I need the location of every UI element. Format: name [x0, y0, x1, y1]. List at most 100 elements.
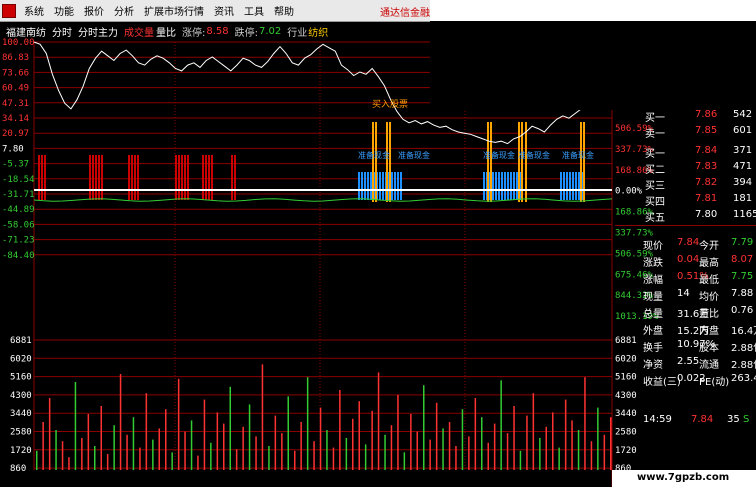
volume-bar	[132, 417, 135, 470]
red-signal-bar	[181, 155, 183, 200]
blue-signal-bar	[394, 172, 396, 200]
volume-bar	[468, 436, 470, 470]
left-axis-tick: -5.37	[2, 160, 29, 170]
red-signal-bar	[98, 155, 100, 200]
tab-volume-ratio[interactable]: 量比	[156, 24, 176, 39]
stat-label: 外盘	[643, 326, 663, 337]
stat-value: 0.04	[677, 254, 700, 265]
order-book-price: 7.86	[695, 109, 718, 120]
volume-bar	[255, 436, 257, 470]
tab-intraday[interactable]: 分时	[52, 24, 72, 39]
volume-bar	[158, 428, 160, 470]
ready-annotation: 准备现金	[483, 150, 515, 160]
blue-signal-bar	[560, 172, 562, 200]
order-book-row: 卖一 7.85 601	[615, 124, 756, 140]
order-book-row: 买一 7.86 542	[615, 108, 756, 124]
stat-value: 263.4	[731, 373, 756, 384]
volume-bar	[403, 452, 406, 470]
stat-label: 内盘	[699, 326, 719, 337]
volume-bar	[397, 394, 399, 470]
stat-row: 涨跌 0.04 最高 8.07	[615, 253, 756, 269]
volume-bar	[106, 454, 109, 470]
tab-main-force[interactable]: 分时主力	[78, 24, 118, 39]
volume-bar	[48, 398, 51, 470]
volume-bar	[242, 426, 244, 470]
volume-axis-tick: 860	[10, 464, 26, 474]
blue-signal-bar	[370, 172, 372, 200]
blue-signal-bar	[495, 172, 497, 200]
volume-bar	[261, 364, 264, 470]
volume-bar	[294, 450, 296, 470]
red-signal-bar	[231, 155, 233, 200]
volume-bar	[300, 422, 302, 470]
left-axis-tick: -44.89	[2, 205, 35, 215]
order-book-label: 买一	[645, 149, 665, 160]
stat-label: 涨跌	[643, 258, 663, 269]
stat-value: 14	[677, 288, 690, 299]
left-axis-tick: -84.40	[2, 251, 35, 261]
blue-signal-bar	[578, 172, 580, 200]
left-axis-ticks: 100.00 86.83 73.66 60.49 47.31 34.14 20.97 7.80…	[2, 38, 35, 261]
blue-signal-bar	[575, 172, 577, 200]
stat-row: 收益(三)0.022PE(动)263.4	[615, 372, 756, 388]
order-book-row: 买二 7.83 471	[615, 160, 756, 176]
volume-bar	[481, 417, 483, 470]
order-book-price: 7.80	[695, 209, 718, 220]
stat-row: 总量 31.6万 量比 0.76	[615, 304, 756, 320]
stock-name: 福建南纺	[6, 27, 46, 39]
volume-bar	[287, 396, 289, 470]
blue-signal-bar	[569, 172, 571, 200]
tick-row: 14:59 7.84 35 S	[615, 413, 756, 429]
stat-label: 总量	[643, 309, 663, 320]
volume-bar	[532, 393, 535, 470]
volume-bar	[371, 410, 373, 470]
order-book-row: 买一 7.84 371	[615, 144, 756, 160]
left-axis-tick: 60.49	[2, 84, 29, 94]
blue-signal-bars	[358, 172, 583, 200]
limit-up-label: 涨停:	[182, 27, 206, 39]
quote-panel: 买一 7.86 542 卖一 7.85 601 买一 7.84 371 买二 7.83 471 买三 7.…	[615, 108, 756, 487]
order-book-label: 买五	[645, 213, 665, 224]
volume-bar	[410, 414, 412, 470]
volume-bar	[545, 426, 547, 470]
stat-label: 股本	[699, 343, 719, 354]
watermark: www.7gpzb.com	[612, 470, 756, 487]
red-signal-bar	[205, 155, 207, 200]
blue-signal-bar	[492, 172, 494, 200]
volume-bar	[210, 442, 212, 470]
volume-bar	[235, 449, 238, 470]
red-signal-bar	[95, 155, 97, 200]
volume-bar	[526, 415, 528, 470]
stat-value: 7.75	[731, 271, 754, 282]
volume-bar	[358, 401, 360, 470]
limit-down-label: 跌停:	[234, 27, 259, 39]
volume-bar	[487, 442, 489, 470]
blue-signal-bar	[507, 172, 509, 200]
stat-value: 7.88	[731, 288, 754, 299]
tab-volume[interactable]: 成交量	[124, 24, 154, 39]
stat-label: 最高	[699, 258, 719, 269]
left-axis-tick: 7.80	[2, 144, 24, 154]
stat-label: 换手	[643, 343, 663, 354]
volume-bar	[455, 446, 457, 470]
red-signal-bar	[175, 155, 177, 200]
stat-row: 涨幅 0.51% 最低 7.75	[615, 270, 756, 286]
stat-row: 净资 2.55流通 2.88亿	[615, 355, 756, 371]
volume-bar	[571, 420, 573, 470]
blue-signal-bar	[563, 172, 565, 200]
stat-label: 现价	[643, 241, 663, 252]
stat-value: 2.88亿	[731, 360, 756, 371]
order-book-volume: 394	[733, 177, 753, 188]
volume-bar	[61, 441, 64, 470]
red-signal-bar	[41, 155, 43, 200]
volume-bar	[229, 386, 231, 470]
volume-bar	[42, 422, 44, 470]
ready-annotation: 准备现金	[562, 150, 594, 160]
volume-bar	[513, 406, 515, 470]
order-book-label: 卖一	[645, 129, 665, 140]
order-book-volume: 471	[733, 161, 753, 172]
volume-bar	[268, 446, 270, 470]
volume-bar	[390, 425, 393, 470]
volume-axis-tick: 4300	[10, 391, 32, 401]
volume-bar	[248, 404, 251, 470]
